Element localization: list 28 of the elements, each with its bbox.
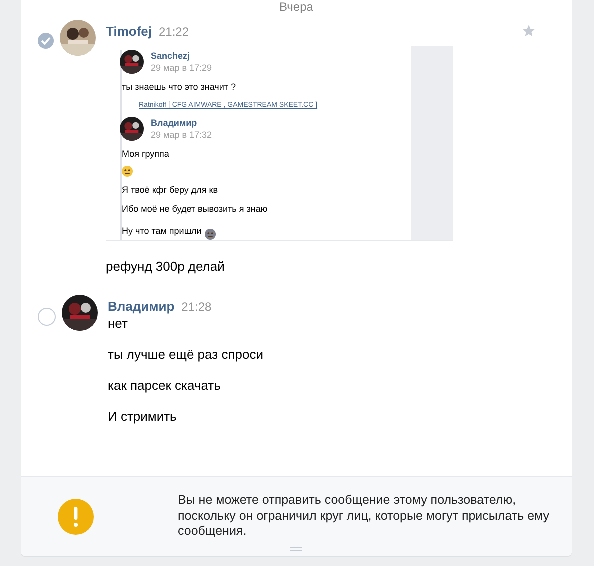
message-time: 21:22: [159, 25, 190, 39]
message-text: нет: [108, 316, 129, 332]
message-text: Ну что там пришли: [122, 226, 202, 237]
select-checkbox[interactable]: [38, 33, 54, 49]
notice-text: Вы не можете отправить сообщение этому пользователю, поскольку он ограничил круг лиц, которые могут присылать ему сообщения.: [178, 493, 551, 540]
message-text: И стримить: [108, 409, 178, 425]
resize-handle[interactable]: [290, 547, 302, 552]
checkmark-icon: [41, 37, 51, 45]
warning-icon: [58, 498, 94, 534]
message-time: 21:28: [182, 300, 212, 314]
author-name[interactable]: Timofej: [106, 24, 152, 39]
author-name[interactable]: Sanchezj: [151, 50, 212, 62]
message-text: Я твоё кфг беру для кв: [122, 185, 219, 196]
author-name[interactable]: Владимир: [108, 299, 175, 314]
select-checkbox[interactable]: [38, 308, 56, 326]
message-date: 29 мар в 17:32: [151, 129, 212, 141]
day-divider: Вчера: [280, 1, 314, 14]
message-text: Ибо моё не будет вывозить я знаю: [122, 204, 269, 215]
star-icon[interactable]: [522, 24, 536, 38]
message-text: как парсек скачать: [108, 378, 222, 394]
sticker-icon: [204, 229, 216, 240]
smiley-icon: [122, 166, 133, 177]
author-name[interactable]: Владимир: [151, 117, 212, 129]
message-text: ты лучше ещё раз спроси: [108, 347, 264, 363]
message-text: ты знаешь что это значит ?: [122, 82, 237, 93]
message-text: рефунд 300р делай: [106, 259, 226, 275]
message-date: 29 мар в 17:29: [151, 62, 212, 74]
message-text: Моя группа: [122, 149, 170, 160]
